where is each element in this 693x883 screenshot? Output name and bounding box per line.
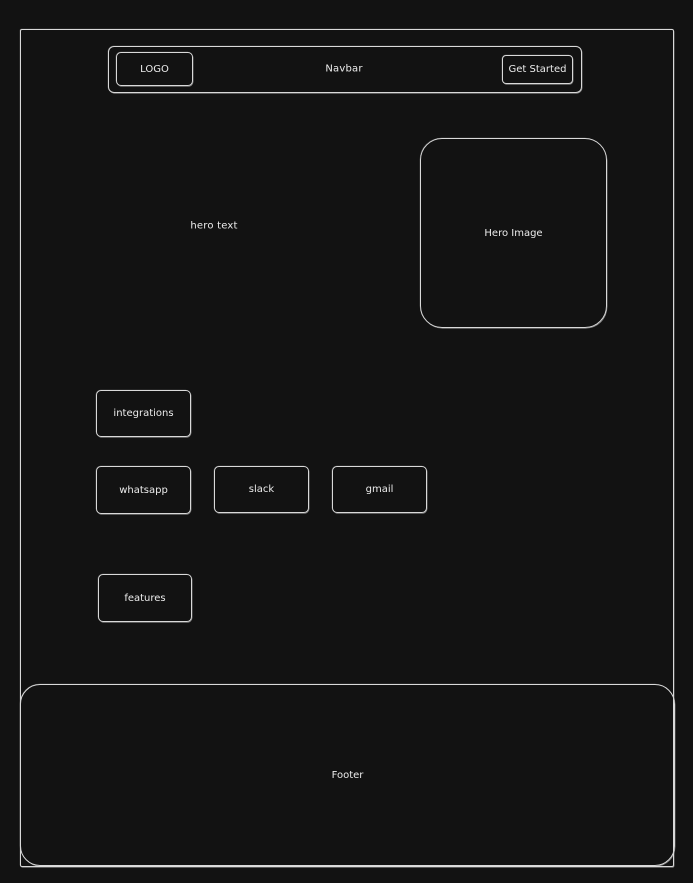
logo-button[interactable]: LOGO bbox=[116, 52, 193, 86]
features-section[interactable]: features bbox=[98, 574, 192, 622]
integrations-label: integrations bbox=[113, 408, 174, 419]
integration-label: gmail bbox=[365, 484, 394, 495]
get-started-label: Get Started bbox=[508, 64, 567, 75]
integration-card-gmail[interactable]: gmail bbox=[332, 466, 427, 513]
integration-label: slack bbox=[248, 484, 275, 495]
navbar-title: Navbar bbox=[325, 63, 363, 75]
get-started-button[interactable]: Get Started bbox=[502, 55, 573, 84]
footer-label: Footer bbox=[331, 769, 364, 781]
integration-card-whatsapp[interactable]: whatsapp bbox=[96, 466, 191, 514]
logo-label: LOGO bbox=[140, 63, 169, 75]
hero-image: Hero Image bbox=[420, 138, 607, 328]
footer: Footer bbox=[20, 684, 675, 866]
integrations-heading[interactable]: integrations bbox=[96, 390, 191, 437]
integration-label: whatsapp bbox=[119, 484, 168, 496]
features-label: features bbox=[124, 592, 166, 604]
integration-card-slack[interactable]: slack bbox=[214, 466, 309, 513]
hero-text: hero text bbox=[190, 220, 238, 232]
hero-image-label: Hero Image bbox=[484, 227, 543, 239]
